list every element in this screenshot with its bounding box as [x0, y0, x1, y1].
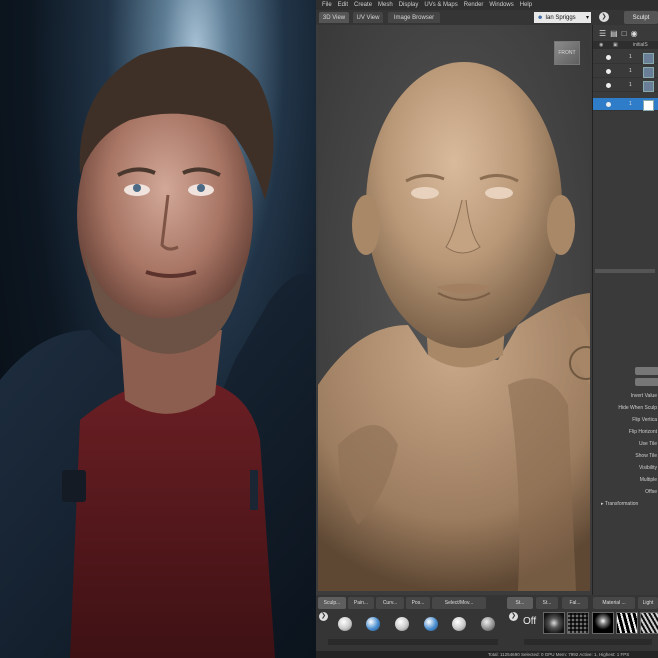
layer-row[interactable]: 1	[593, 79, 658, 92]
stamp-scroll-arrow-icon[interactable]: ❯	[509, 612, 518, 621]
panel-scrollbar[interactable]	[595, 269, 655, 273]
invert-value-label[interactable]: Invert Value	[631, 393, 657, 399]
menu-create[interactable]: Create	[354, 2, 372, 8]
layers-panel: ☰ ▤ □ ◉ ◉ ▣ initialS 1 1 1 1 Invert Valu…	[592, 25, 658, 625]
layers-icon[interactable]: ☰	[599, 29, 606, 38]
sculpt-tool-icon[interactable]	[338, 617, 352, 631]
tab-stencils[interactable]: St...	[536, 597, 558, 609]
menu-render[interactable]: Render	[464, 2, 484, 8]
tab-3d-view[interactable]: 3D View	[319, 12, 349, 23]
camera-icon[interactable]: ◉	[631, 29, 638, 38]
menu-edit[interactable]: Edit	[338, 2, 348, 8]
flip-vertical-label[interactable]: Flip Vertica	[632, 417, 657, 423]
tab-paint[interactable]: Pain...	[348, 597, 374, 609]
layer-thumbnail	[643, 67, 654, 78]
stamp-swatch[interactable]	[592, 612, 614, 634]
layer-row[interactable]: 1	[593, 51, 658, 64]
layer-thumbnail	[643, 100, 654, 111]
panel-action-button[interactable]	[635, 367, 658, 375]
layer-list-header: ◉ ▣ initialS	[593, 41, 658, 49]
visibility-dot-icon[interactable]	[606, 83, 611, 88]
tray-scroll-arrow-icon[interactable]: ❯	[319, 612, 328, 621]
visibility-label[interactable]: Visibility	[639, 465, 657, 471]
menu-windows[interactable]: Windows	[489, 2, 513, 8]
imprint-tool-icon[interactable]	[481, 617, 495, 631]
menu-display[interactable]: Display	[399, 2, 419, 8]
eye-icon: ◉	[599, 42, 604, 48]
stamp-scrollbar[interactable]	[524, 639, 652, 645]
layer-header-label: initialS	[633, 42, 648, 48]
tab-curves[interactable]: Curv...	[376, 597, 404, 609]
layer-level: 1	[629, 68, 632, 74]
grab-tool-icon[interactable]	[395, 617, 409, 631]
layer-thumbnail	[643, 53, 654, 64]
tool-scrollbar[interactable]	[328, 639, 498, 645]
transformation-label: Transformation	[604, 501, 639, 507]
offset-label[interactable]: Offse	[645, 489, 657, 495]
stamp-swatch[interactable]	[543, 612, 565, 634]
chevron-down-icon: ▾	[585, 15, 589, 21]
portrait-illustration	[0, 46, 316, 658]
tab-lights[interactable]: Light	[638, 597, 658, 609]
stamp-swatch[interactable]	[640, 612, 658, 634]
tab-select-move[interactable]: Select/Mov...	[432, 597, 486, 609]
tab-sculpt[interactable]: Sculp...	[318, 597, 346, 609]
tab-image-browser[interactable]: Image Browser	[388, 12, 440, 23]
sculpted-bust	[318, 62, 590, 591]
tab-falloff[interactable]: Fal...	[562, 597, 588, 609]
tab-materials[interactable]: Material ...	[593, 597, 635, 609]
menu-file[interactable]: File	[322, 2, 332, 8]
transformation-section[interactable]: ▸ Transformation	[601, 501, 638, 507]
flip-horizontal-label[interactable]: Flip Horizont	[629, 429, 657, 435]
triangle-right-icon: ▸	[601, 501, 604, 507]
hide-when-sculpting-label[interactable]: Hide When Sculp	[618, 405, 657, 411]
stamp-off-label[interactable]: Off	[523, 616, 536, 627]
panel-action-button[interactable]	[635, 378, 658, 386]
user-name: Ian Spriggs	[545, 14, 576, 21]
lock-icon: ▣	[613, 42, 618, 48]
visibility-dot-icon[interactable]	[606, 69, 611, 74]
layer-level: 1	[629, 54, 632, 60]
stamp-swatch[interactable]	[567, 612, 589, 634]
sculpting-application: File Edit Create Mesh Display UVs & Maps…	[316, 0, 658, 658]
layer-level: 1	[629, 101, 632, 107]
portrait-photo	[0, 0, 316, 658]
stamp-swatch[interactable]	[616, 612, 638, 634]
layer-level: 1	[629, 82, 632, 88]
3d-viewport[interactable]: FRONT	[318, 25, 590, 591]
menu-mesh[interactable]: Mesh	[378, 2, 393, 8]
view-tab-bar: 3D View UV View Image Browser ☻ Ian Spri…	[316, 10, 658, 25]
menu-uvs-maps[interactable]: UVs & Maps	[424, 2, 457, 8]
user-select[interactable]: ☻ Ian Spriggs ▾	[534, 12, 591, 23]
tab-stamps[interactable]: St...	[507, 597, 533, 609]
status-bar: Total: 11254690 Selected: 0 GPU Mem: 799…	[316, 651, 658, 658]
tool-tray: Sculp... Pain... Curv... Pos... Select/M…	[316, 595, 658, 651]
smooth-tool-icon[interactable]	[366, 617, 380, 631]
flatten-tool-icon[interactable]	[452, 617, 466, 631]
menu-help[interactable]: Help	[520, 2, 532, 8]
visibility-dot-icon[interactable]	[606, 102, 611, 107]
visibility-dot-icon[interactable]	[606, 55, 611, 60]
layer-row[interactable]: 1	[593, 65, 658, 78]
sculpt-mode-button[interactable]: Sculpt	[624, 11, 658, 24]
layer-row-selected[interactable]: 1	[593, 98, 658, 111]
trash-icon[interactable]: □	[622, 29, 627, 38]
view-cube[interactable]: FRONT	[554, 41, 580, 65]
wax-tool-icon[interactable]	[424, 617, 438, 631]
tab-pose[interactable]: Pos...	[406, 597, 430, 609]
forward-arrow-icon[interactable]: ❯	[599, 12, 609, 22]
folder-icon[interactable]: ▤	[610, 29, 618, 38]
user-icon: ☻	[537, 14, 544, 21]
tab-uv-view[interactable]: UV View	[353, 12, 383, 23]
menu-bar: File Edit Create Mesh Display UVs & Maps…	[316, 0, 658, 10]
multiple-label[interactable]: Multiple	[640, 477, 657, 483]
show-tile-label[interactable]: Show Tile	[635, 453, 657, 459]
layer-toolbar: ☰ ▤ □ ◉	[599, 29, 638, 38]
use-tile-label[interactable]: Use Tile	[639, 441, 657, 447]
layer-thumbnail	[643, 81, 654, 92]
